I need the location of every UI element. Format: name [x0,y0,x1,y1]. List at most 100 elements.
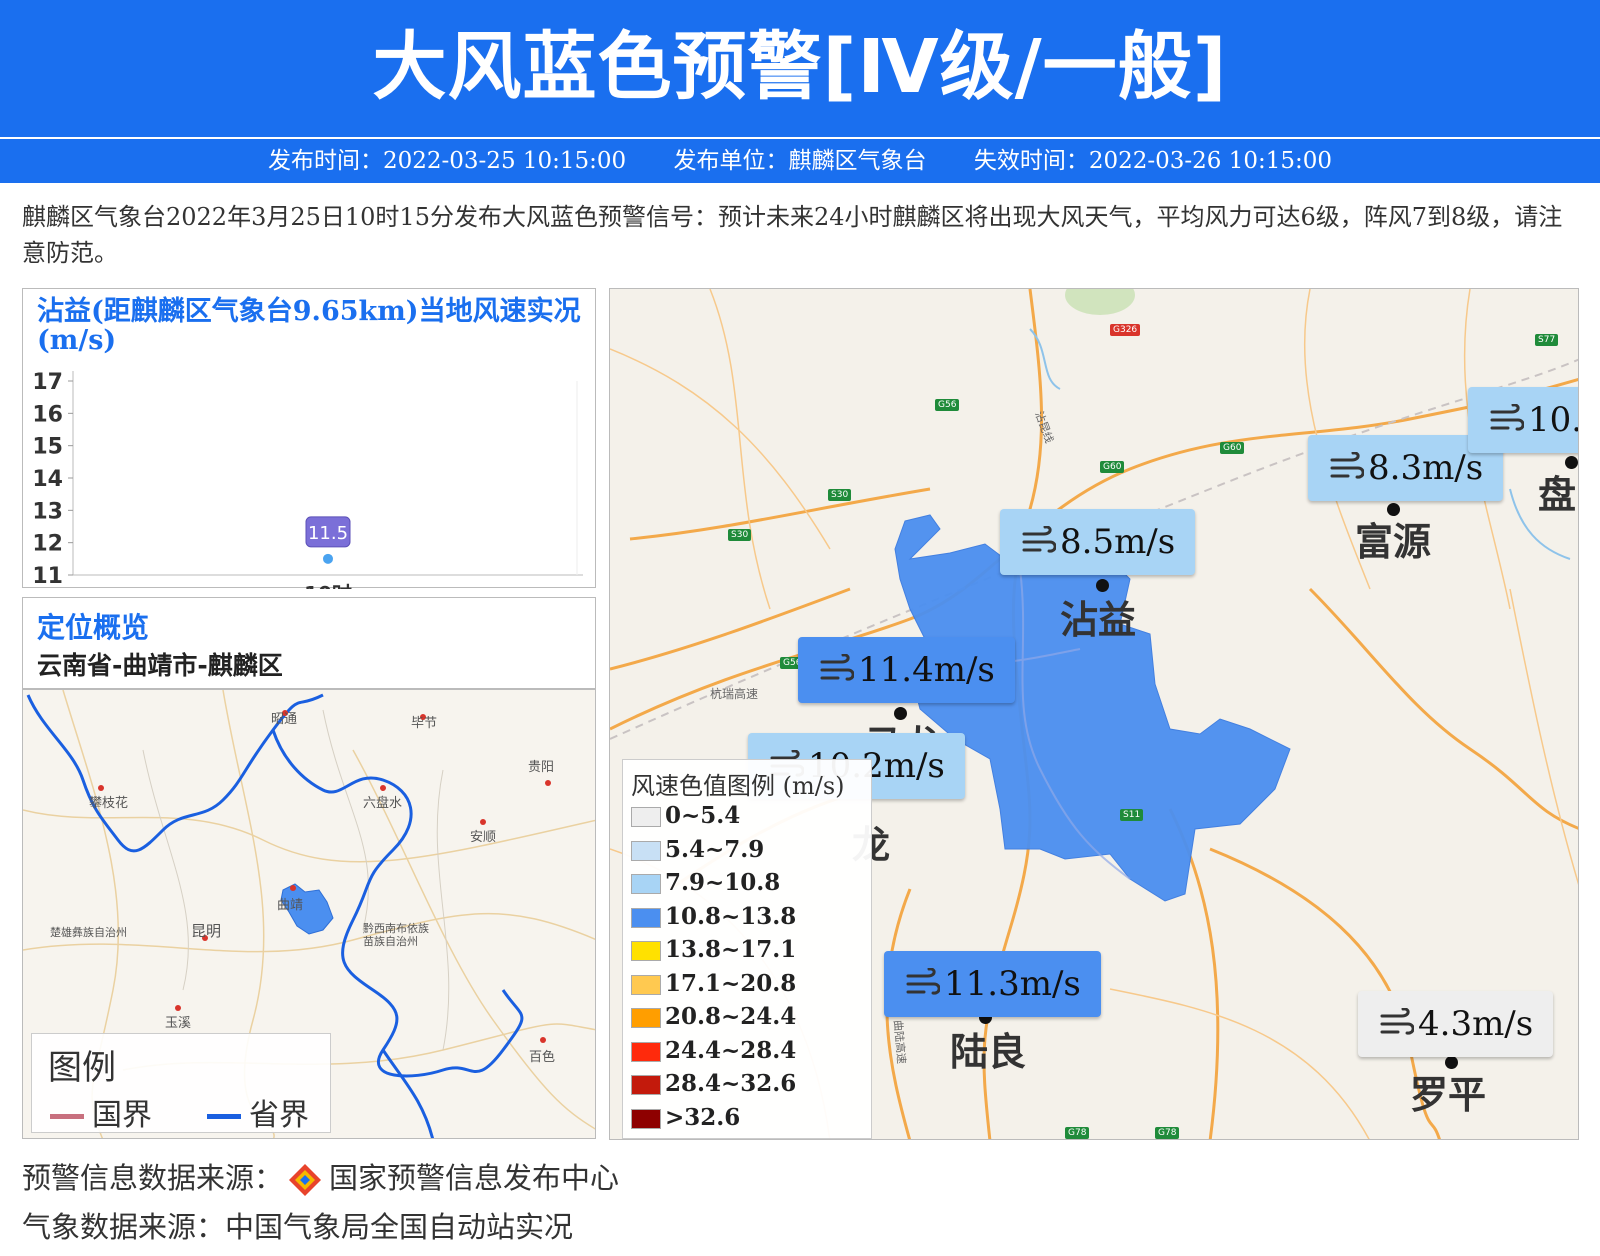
road-shield: S11 [1120,809,1144,821]
data-label: 11.5 [308,523,348,544]
road-shield: S30 [828,489,852,501]
wind-scale-swatch [631,907,661,928]
location-panel: 定位概览 云南省-曲靖市-麒麟区 [22,597,596,689]
wind-icon [1380,1008,1414,1035]
meta-bar: 发布时间：2022-03-25 10:15:00 发布单位：麒麟区气象台 失效时… [0,139,1600,183]
city-label: 曲靖 [277,898,304,913]
city-label: 昆明 [191,922,222,940]
wind-scale-item: 28.4~32.6 [631,1070,796,1103]
issuer: 发布单位：麒麟区气象台 [673,148,927,174]
wind-badge[interactable]: 4.3m/s [1358,991,1554,1057]
city-label: 安顺 [470,830,497,845]
y-tick-label: 15 [32,435,63,460]
road-shield: G60 [1220,442,1245,454]
legend-item-national-border: 国界 [50,1090,152,1134]
warning-source-org: 国家预警信息发布中心 [329,1161,620,1195]
wind-scale-legend: 风速色值图例 (m/s) 0~5.4 5.4~7.9 7.9~10.8 10.8~13… [622,759,872,1139]
wind-scale-swatch [631,1008,661,1028]
wind-badge[interactable]: 11.4m/s [798,637,1015,703]
wind-scale-swatch [631,1041,661,1062]
map-legend: 图例 国界 省界 [31,1033,331,1133]
wind-scale-label: 17.1~20.8 [665,969,797,997]
y-tick-label: 14 [32,467,63,492]
y-tick-label: 13 [32,499,63,524]
warning-description: 麒麟区气象台2022年3月25日10时15分发布大风蓝色预警信号：预计未来24小… [22,203,1563,267]
wind-badge[interactable]: 11.3m/s [884,951,1101,1017]
wind-scale-label: 13.8~17.1 [665,936,797,963]
wind-scale-label: 28.4~32.6 [665,1070,797,1097]
wind-value: 11.3m/s [944,964,1081,1004]
wind-scale-label: >32.6 [665,1103,741,1131]
wind-scale-swatch [631,974,661,995]
y-tick-label: 11 [32,564,63,589]
road-shield: G326 [1110,324,1141,336]
wind-scale-label: 0~5.4 [665,802,741,829]
wind-badge[interactable]: 10. [1468,387,1579,453]
wind-badge[interactable]: 8.5m/s [1000,509,1196,575]
place-label: 罗平 [1410,1073,1487,1117]
wind-scale-swatch [631,840,661,861]
wind-value: 10. [1528,400,1579,440]
wind-scale-item: 7.9~10.8 [631,869,780,902]
x-tick-label: 10时 [304,582,352,589]
legend-title: 图例 [48,1048,116,1088]
data-point [323,553,333,564]
road-shield: S77 [1535,334,1559,346]
wind-scale-item: 10.8~13.8 [631,903,796,936]
y-tick-label: 17 [32,370,63,395]
warning-center-logo-icon [289,1164,322,1196]
wind-scale-label: 20.8~24.4 [665,1003,797,1030]
wind-value: 8.3m/s [1368,448,1484,488]
overview-map[interactable]: 昭通 毕节 贵阳 攀枝花 六盘水 安顺 曲靖 昆明 黔西南布依族苗族自治州 楚雄… [22,689,596,1139]
wind-scale-title: 风速色值图例 (m/s) [631,772,845,800]
wind-scale-item: 5.4~7.9 [631,836,764,869]
road-shield: S30 [728,529,752,541]
wind-scale-swatch [631,807,661,827]
wind-scale-item: >32.6 [631,1104,740,1137]
wind-icon [906,968,940,995]
expire-time: 失效时间：2022-03-26 10:15:00 [973,148,1333,174]
place-label: 沾益 [1060,598,1137,642]
place-label: 富源 [1355,520,1432,564]
city-label: 贵阳 [528,760,555,775]
road-shield: G78 [1065,1127,1090,1139]
page-title: 大风蓝色预警[Ⅳ级/一般] [372,24,1228,110]
prefecture-label: 楚雄彝族自治州 [50,926,127,939]
prefecture-label: 黔西南布依族苗族自治州 [363,922,429,948]
wind-scale-item: 13.8~17.1 [631,936,796,969]
wind-scale-item: 24.4~28.4 [631,1037,796,1070]
city-label: 玉溪 [165,1016,192,1031]
wind-scale-label: 7.9~10.8 [665,869,781,896]
city-label: 攀枝花 [89,796,129,811]
wind-scale-label: 24.4~28.4 [665,1036,797,1064]
wind-scale-item: 0~5.4 [631,802,740,835]
wind-scale-item: 20.8~24.4 [631,1003,796,1036]
wind-value: 4.3m/s [1418,1004,1534,1044]
wind-scale-label: 5.4~7.9 [665,835,765,863]
legend-swatch [50,1114,84,1119]
detail-map[interactable]: G326 S77 G56 G60 G60 S30 S30 G56 S11 G78… [609,288,1579,1140]
warning-source: 预警信息数据来源： 国家预警信息发布中心 [22,1155,619,1198]
city-label: 六盘水 [363,796,403,811]
city-label: 百色 [529,1050,556,1065]
wind-scale-label: 10.8~13.8 [665,902,797,930]
wind-scale-swatch [631,941,661,961]
road-shield: G56 [935,399,960,411]
wind-chart-title: 沾益(距麒麟区气象台9.65km)当地风速实况(m/s) [37,296,581,356]
wind-scale-swatch [631,1075,661,1095]
wind-icon [820,654,854,681]
warning-source-label: 预警信息数据来源： [22,1161,284,1195]
road-label: 杭瑞高速 [710,687,759,701]
title-bar: 大风蓝色预警[Ⅳ级/一般] [0,0,1600,137]
road-shield: G60 [1100,461,1125,473]
location-title: 定位概览 [37,611,150,644]
issue-time: 发布时间：2022-03-25 10:15:00 [267,148,627,174]
wind-value: 8.5m/s [1060,522,1176,562]
y-tick-label: 12 [32,532,63,557]
legend-item-province-border: 省界 [207,1090,309,1134]
road-shield: G78 [1155,1127,1180,1139]
legend-swatch [207,1114,241,1119]
wind-scale-swatch [631,1108,661,1129]
location-path: 云南省-曲靖市-麒麟区 [37,651,283,680]
wind-scale-swatch [631,874,661,894]
